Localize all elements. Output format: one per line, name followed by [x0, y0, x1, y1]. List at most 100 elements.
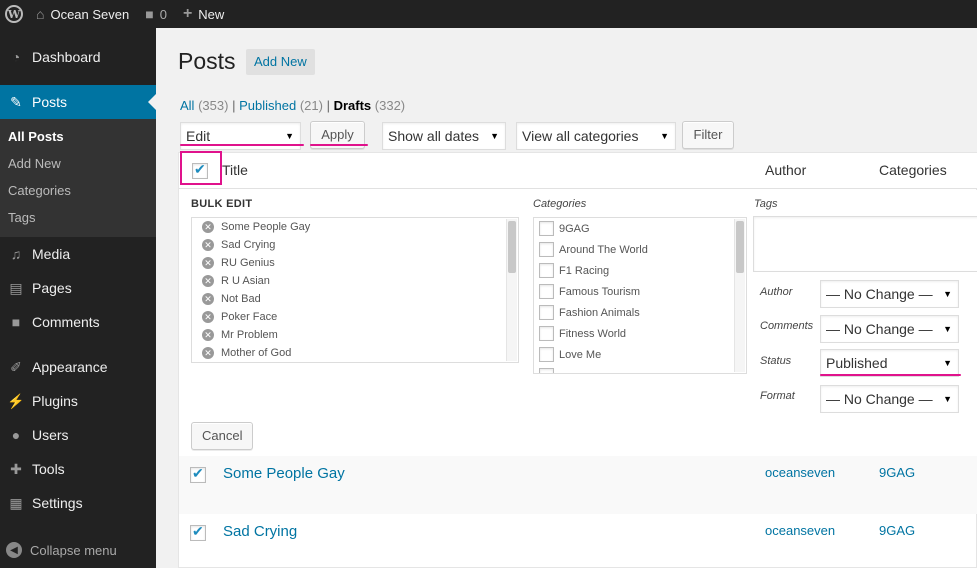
remove-icon[interactable]: ✕ — [202, 257, 214, 269]
submenu-tags[interactable]: Tags — [0, 204, 156, 231]
submenu-all-posts[interactable]: All Posts — [0, 123, 156, 150]
category-checkbox[interactable] — [539, 221, 554, 236]
filter-published[interactable]: Published (21) — [239, 98, 323, 113]
remove-icon[interactable]: ✕ — [202, 293, 214, 305]
remove-icon[interactable]: ✕ — [202, 329, 214, 341]
bulk-titles-list[interactable]: ✕ Some People Gay ✕ Sad Crying ✕ RU Genius … — [191, 217, 519, 363]
category-checkbox[interactable] — [539, 347, 554, 362]
menu-comments[interactable]: ■ Comments — [0, 305, 156, 339]
menu-plugins[interactable]: ⚡ Plugins — [0, 384, 156, 418]
admin-sidebar: ◔ Dashboard ✎ Posts All Posts Add New Ca… — [0, 28, 156, 568]
wrench-icon: ✚ — [10, 460, 22, 477]
author-select[interactable]: — No Change — ▼ — [820, 280, 959, 308]
main-content: Posts Add New All (353) | Published (21)… — [156, 28, 977, 568]
new-label: New — [198, 6, 225, 22]
category-checkbox[interactable] — [539, 242, 554, 257]
menu-tools[interactable]: ✚ Tools — [0, 452, 156, 486]
category-checkbox[interactable] — [539, 263, 554, 278]
row-checkbox[interactable] — [190, 465, 206, 483]
bulk-categories-list[interactable]: 9GAG Around The World F1 Racing Famous T… — [533, 217, 747, 374]
dropdown-arrow-icon: ▼ — [943, 289, 952, 299]
menu-media[interactable]: ♫ Media — [0, 237, 156, 271]
format-select[interactable]: — No Change — ▼ — [820, 385, 959, 413]
comments-label: Comments — [760, 320, 814, 332]
list-item[interactable]: Famous Tourism — [534, 281, 746, 302]
category-filter-value: View all categories — [522, 128, 639, 144]
date-filter-select[interactable]: Show all dates ▼ — [382, 122, 506, 150]
page-title: Posts — [178, 48, 236, 74]
menu-users[interactable]: ● Users — [0, 418, 156, 452]
comments-count: 0 — [159, 6, 167, 22]
menu-label: Pages — [32, 280, 72, 296]
submenu-categories[interactable]: Categories — [0, 177, 156, 204]
remove-icon[interactable]: ✕ — [202, 347, 214, 359]
menu-settings[interactable]: ▦ Settings — [0, 486, 156, 520]
status-select[interactable]: Published ▼ — [820, 349, 959, 377]
column-categories: Categories — [879, 162, 947, 178]
category-checkbox[interactable] — [539, 368, 554, 373]
remove-icon[interactable]: ✕ — [202, 221, 214, 233]
collapse-menu-button[interactable]: ◀ Collapse menu — [6, 542, 117, 558]
post-category-link[interactable]: 9GAG — [879, 465, 915, 480]
collapse-icon: ◀ — [6, 542, 22, 558]
cancel-button[interactable]: Cancel — [191, 422, 253, 450]
scrollbar-thumb[interactable] — [508, 221, 516, 273]
add-new-button[interactable]: Add New — [246, 49, 315, 75]
row-checkbox[interactable] — [190, 523, 206, 541]
category-checkbox[interactable] — [539, 284, 554, 299]
post-title-link[interactable]: Some People Gay — [223, 465, 345, 482]
submenu-add-new[interactable]: Add New — [0, 150, 156, 177]
list-item[interactable]: Fitness World — [534, 323, 746, 344]
new-content-link[interactable]: + New — [175, 0, 232, 28]
filter-all[interactable]: All (353) — [180, 98, 228, 113]
settings-icon: ▦ — [9, 494, 23, 511]
list-item[interactable] — [534, 365, 746, 373]
wordpress-logo-icon[interactable]: W — [0, 0, 28, 28]
list-item[interactable]: 9GAG — [534, 218, 746, 239]
post-category-link[interactable]: 9GAG — [879, 523, 915, 538]
remove-icon[interactable]: ✕ — [202, 239, 214, 251]
list-item[interactable]: F1 Racing — [534, 260, 746, 281]
list-item[interactable]: Fashion Animals — [534, 302, 746, 323]
tags-textarea[interactable] — [753, 216, 977, 272]
comment-icon: ■ — [11, 314, 21, 330]
list-item: ✕ Some People Gay — [192, 218, 518, 236]
dropdown-arrow-icon: ▼ — [943, 358, 952, 368]
column-title[interactable]: Title — [222, 162, 248, 178]
menu-appearance[interactable]: ✐ Appearance — [0, 350, 156, 384]
list-item: ✕ Poker Face — [192, 308, 518, 326]
scrollbar[interactable] — [506, 219, 517, 361]
table-row: Sad Crying oceanseven 9GAG — [179, 514, 977, 568]
scrollbar-thumb[interactable] — [736, 221, 744, 273]
menu-label: Appearance — [32, 359, 108, 375]
list-item[interactable]: Love Me — [534, 344, 746, 365]
dropdown-arrow-icon: ▼ — [490, 131, 499, 141]
site-name: Ocean Seven — [50, 6, 130, 22]
menu-posts[interactable]: ✎ Posts — [0, 85, 156, 119]
category-checkbox[interactable] — [539, 305, 554, 320]
post-title-link[interactable]: Sad Crying — [223, 523, 297, 540]
remove-icon[interactable]: ✕ — [202, 311, 214, 323]
filter-drafts[interactable]: Drafts (332) — [334, 98, 406, 113]
site-name-link[interactable]: ⌂ Ocean Seven — [28, 0, 137, 28]
category-checkbox[interactable] — [539, 326, 554, 341]
dropdown-arrow-icon: ▼ — [943, 394, 952, 404]
format-label: Format — [760, 390, 795, 402]
pages-icon: ▤ — [9, 279, 23, 296]
list-item[interactable]: Around The World — [534, 239, 746, 260]
post-author-link[interactable]: oceanseven — [765, 465, 835, 480]
annotation-box — [180, 151, 222, 185]
annotation-underline — [180, 144, 304, 146]
posts-table: Title Author Categories BULK EDIT ✕Some … — [178, 152, 977, 568]
comments-link[interactable]: ■ 0 — [137, 0, 175, 28]
post-author-link[interactable]: oceanseven — [765, 523, 835, 538]
menu-pages[interactable]: ▤ Pages — [0, 271, 156, 305]
comments-select[interactable]: — No Change — ▼ — [820, 315, 959, 343]
menu-dashboard[interactable]: ◔ Dashboard — [0, 40, 156, 74]
menu-label: Comments — [32, 314, 100, 330]
category-filter-select[interactable]: View all categories ▼ — [516, 122, 676, 150]
scrollbar[interactable] — [734, 219, 745, 372]
categories-label: Categories — [533, 198, 587, 210]
filter-button[interactable]: Filter — [682, 121, 734, 149]
remove-icon[interactable]: ✕ — [202, 275, 214, 287]
